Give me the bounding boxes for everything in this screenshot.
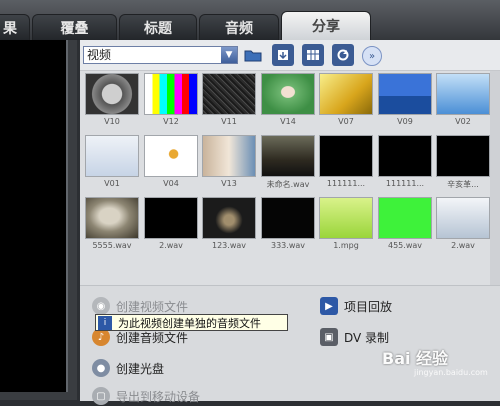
media-thumbnail[interactable]: [85, 197, 139, 239]
media-caption: 111111...: [385, 179, 425, 188]
media-caption: 2.wav: [159, 241, 183, 250]
tab-overlay[interactable]: 覆叠: [32, 14, 117, 40]
folder-icon[interactable]: [242, 44, 264, 66]
media-caption: V14: [280, 117, 296, 126]
media-caption: 辛亥革...: [447, 180, 479, 189]
media-caption: V09: [397, 117, 413, 126]
media-thumbnail[interactable]: [378, 135, 432, 177]
dv-record-label: DV 录制: [344, 330, 390, 345]
media-type-dropdown[interactable]: 视频 ▼: [83, 46, 238, 64]
create-video-label: 创建视频文件: [116, 299, 189, 314]
media-thumbnail[interactable]: [261, 73, 315, 115]
tab-share[interactable]: 分享: [281, 11, 371, 40]
media-thumbnail[interactable]: [319, 73, 373, 115]
tooltip-text: 为此视频创建单独的音频文件: [118, 316, 261, 330]
media-caption: V01: [104, 179, 120, 188]
view-options-icon[interactable]: [302, 44, 324, 66]
tab-bar: 果 覆叠 标题 音频 分享: [0, 0, 500, 40]
create-disc-label: 创建光盘: [116, 361, 165, 376]
media-caption: 5555.wav: [92, 241, 132, 250]
media-thumbnail[interactable]: [144, 197, 198, 239]
media-type-value: 视频: [87, 48, 112, 62]
media-caption: V07: [338, 117, 354, 126]
mobile-device-icon: ▢: [92, 387, 110, 405]
media-caption: V10: [104, 117, 120, 126]
create-disc-button[interactable]: ● 创建光盘: [92, 358, 164, 378]
media-thumbnail[interactable]: [202, 73, 256, 115]
share-actions: ◉ 创建视频文件 ♪ 创建音频文件 ● 创建光盘 ▢ 导出到移动设备 ▶ 项目回…: [80, 285, 500, 405]
media-caption: 111111...: [326, 179, 366, 188]
expand-icon[interactable]: »: [362, 46, 382, 66]
media-thumbnail[interactable]: [261, 197, 315, 239]
media-caption: V11: [221, 117, 237, 126]
refresh-icon[interactable]: [332, 44, 354, 66]
tooltip: i 为此视频创建单独的音频文件: [95, 314, 288, 331]
media-thumbnail[interactable]: [436, 197, 490, 239]
preview-pane: [0, 40, 77, 400]
media-thumbnail[interactable]: [85, 73, 139, 115]
chevron-down-icon[interactable]: ▼: [221, 47, 237, 63]
media-caption: V02: [455, 117, 471, 126]
media-caption: V13: [221, 179, 237, 188]
media-thumbnail[interactable]: [378, 197, 432, 239]
media-caption: 2.wav: [451, 241, 475, 250]
camcorder-icon: ▣: [320, 328, 338, 346]
media-thumbnail[interactable]: [202, 135, 256, 177]
play-icon: ▶: [320, 297, 338, 315]
preview-screen: [0, 40, 68, 392]
media-caption: V04: [163, 179, 179, 188]
export-mobile-button[interactable]: ▢ 导出到移动设备: [92, 386, 200, 406]
media-caption: 455.wav: [388, 241, 422, 250]
gallery-scrollbar[interactable]: [490, 71, 500, 285]
import-icon[interactable]: [272, 44, 294, 66]
watermark-url: jingyan.baidu.com: [414, 368, 488, 377]
tab-title[interactable]: 标题: [119, 14, 197, 40]
create-video-button[interactable]: ◉ 创建视频文件: [92, 296, 188, 316]
media-thumbnail[interactable]: [85, 135, 139, 177]
dv-record-button[interactable]: ▣ DV 录制: [320, 327, 389, 347]
media-caption: 123.wav: [212, 241, 246, 250]
media-thumbnail[interactable]: [378, 73, 432, 115]
video-disc-icon: ◉: [92, 297, 110, 315]
media-caption: V12: [163, 117, 179, 126]
tab-audio[interactable]: 音频: [199, 14, 279, 40]
media-caption: 1.mpg: [333, 241, 359, 250]
library-toolbar: 视频 ▼ »: [80, 40, 500, 71]
disc-icon: ●: [92, 359, 110, 377]
media-thumbnail[interactable]: [144, 135, 198, 177]
export-mobile-label: 导出到移动设备: [116, 389, 201, 404]
info-icon: i: [98, 315, 112, 330]
media-caption: 未命名.wav: [266, 180, 310, 189]
media-thumbnail[interactable]: [436, 135, 490, 177]
media-thumbnail[interactable]: [436, 73, 490, 115]
project-playback-button[interactable]: ▶ 项目回放: [320, 296, 392, 316]
tab-effects[interactable]: 果: [0, 14, 30, 40]
media-gallery: V10 V12 V11 V14 V07 V09 V02 V01 V04 V13 未命名.wav 111…: [80, 71, 500, 285]
watermark-logo: Bai 经验: [382, 349, 449, 368]
media-caption: 333.wav: [271, 241, 305, 250]
media-thumbnail[interactable]: [261, 135, 315, 177]
media-thumbnail[interactable]: [319, 197, 373, 239]
media-thumbnail[interactable]: [319, 135, 373, 177]
project-playback-label: 项目回放: [344, 299, 393, 314]
media-thumbnail[interactable]: [144, 73, 198, 115]
media-thumbnail[interactable]: [202, 197, 256, 239]
create-audio-label: 创建音频文件: [116, 330, 189, 345]
